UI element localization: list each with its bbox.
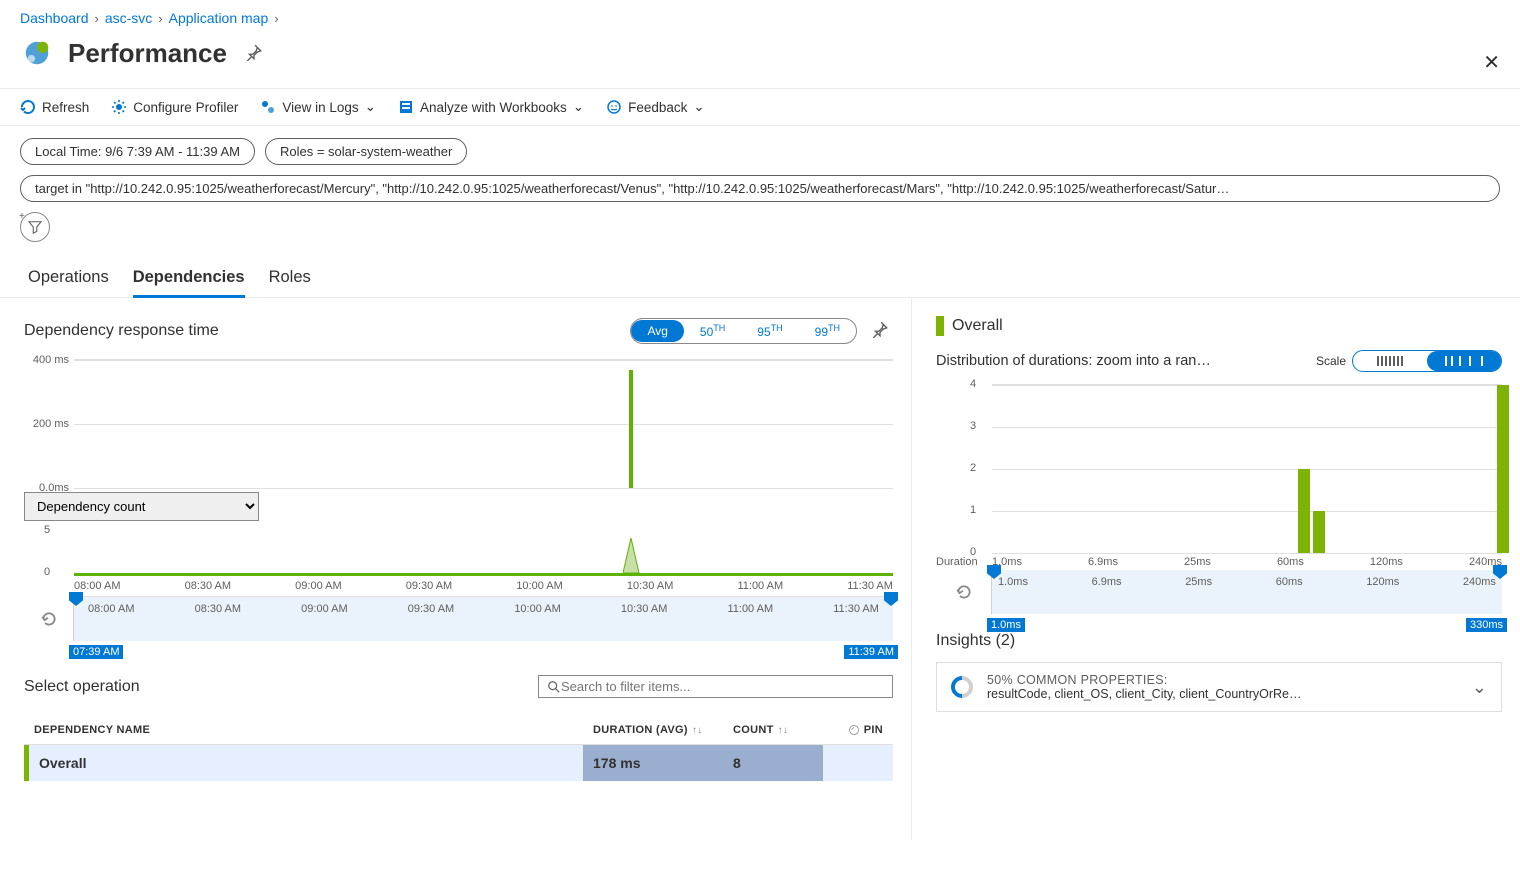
search-box[interactable] — [538, 675, 893, 698]
tabs: Operations Dependencies Roles — [0, 250, 1520, 298]
seg-99[interactable]: 99TH — [799, 319, 856, 343]
filter-time-chip[interactable]: Local Time: 9/6 7:39 AM - 11:39 AM — [20, 138, 255, 165]
brush-label-end: 11:39 AM — [844, 645, 898, 659]
refresh-button[interactable]: Refresh — [20, 99, 89, 115]
seg-95[interactable]: 95TH — [741, 319, 798, 343]
toolbar: Refresh Configure Profiler View in Logs … — [0, 88, 1520, 126]
breadcrumb-appmap[interactable]: Application map — [169, 10, 269, 26]
analyze-workbooks-button[interactable]: Analyze with Workbooks ⌄ — [398, 99, 584, 115]
insight-line1: 50% COMMON PROPERTIES: — [987, 673, 1458, 687]
scale-label: Scale — [1316, 354, 1346, 368]
select-operation-title: Select operation — [24, 678, 140, 696]
dependency-metric-select[interactable]: Dependency count — [24, 492, 259, 521]
appinsights-icon — [20, 36, 54, 70]
col-duration[interactable]: DURATION (AVG)↑↓ — [583, 724, 723, 736]
configure-profiler-button[interactable]: Configure Profiler — [111, 99, 238, 115]
col-pin: PIN — [823, 724, 893, 736]
series-color-icon — [936, 316, 944, 336]
pin-chart-button[interactable] — [867, 316, 893, 345]
filter-roles-chip[interactable]: Roles = solar-system-weather — [265, 138, 467, 165]
tab-operations[interactable]: Operations — [28, 264, 109, 297]
seg-50[interactable]: 50TH — [684, 319, 741, 343]
hist-x-label: Duration — [936, 556, 992, 568]
table-row[interactable]: Overall 178 ms 8 — [24, 745, 893, 781]
breadcrumb-asc-svc[interactable]: asc-svc — [105, 10, 152, 26]
insight-card[interactable]: 50% COMMON PROPERTIES: resultCode, clien… — [936, 662, 1502, 712]
overall-label: Overall — [952, 317, 1003, 335]
hist-x-ticks: 1.0ms6.9ms25ms60ms120ms240ms — [992, 556, 1502, 568]
filters: Local Time: 9/6 7:39 AM - 11:39 AM Roles… — [0, 126, 1520, 250]
brush-label-start: 07:39 AM — [69, 645, 123, 659]
undo-icon[interactable] — [24, 597, 74, 641]
page-header: Performance — [0, 32, 1520, 88]
search-icon — [547, 680, 561, 694]
filter-target-chip[interactable]: target in "http://10.242.0.95:1025/weath… — [20, 175, 1500, 202]
breadcrumb: Dashboard› asc-svc› Application map› — [0, 0, 1520, 32]
col-name[interactable]: DEPENDENCY NAME — [24, 724, 583, 736]
undo-icon[interactable] — [936, 570, 992, 614]
chevron-down-icon: ⌄ — [365, 99, 376, 115]
chart-title: Dependency response time — [24, 322, 219, 340]
feedback-button[interactable]: Feedback ⌄ — [606, 99, 705, 115]
brush-label-end: 330ms — [1466, 618, 1507, 632]
view-in-logs-button[interactable]: View in Logs ⌄ — [260, 99, 376, 115]
response-time-chart[interactable]: 400 ms 200 ms 0.0ms — [24, 359, 893, 489]
brush-label-start: 1.0ms — [987, 618, 1025, 632]
seg-avg[interactable]: Avg — [631, 320, 683, 342]
col-count[interactable]: COUNT↑↓ — [723, 724, 823, 736]
scale-toggle[interactable] — [1352, 350, 1502, 372]
operation-table: DEPENDENCY NAME DURATION (AVG)↑↓ COUNT↑↓… — [24, 716, 893, 781]
donut-icon — [946, 671, 977, 702]
insights-title: Insights (2) — [936, 632, 1502, 650]
search-input[interactable] — [561, 679, 884, 694]
time-brush[interactable]: 08:00 AM08:30 AM09:00 AM09:30 AM10:00 AM… — [24, 597, 893, 641]
chevron-down-icon: ⌄ — [573, 99, 584, 115]
insight-line2: resultCode, client_OS, client_City, clie… — [987, 687, 1458, 701]
add-filter-button[interactable]: + — [20, 212, 50, 242]
pin-button[interactable] — [241, 39, 267, 68]
close-button[interactable]: ✕ — [1483, 50, 1500, 75]
x-axis-ticks: 08:00 AM08:30 AM09:00 AM09:30 AM10:00 AM… — [74, 576, 893, 597]
percentile-segmented: Avg 50TH 95TH 99TH — [630, 318, 857, 344]
tab-roles[interactable]: Roles — [269, 264, 311, 297]
chevron-down-icon: ⌄ — [693, 99, 704, 115]
distribution-title: Distribution of durations: zoom into a r… — [936, 353, 1211, 369]
dependency-count-chart[interactable]: 5 0 — [74, 524, 893, 576]
chevron-down-icon: ⌄ — [1472, 677, 1487, 698]
page-title: Performance — [68, 38, 227, 69]
breadcrumb-dashboard[interactable]: Dashboard — [20, 10, 89, 26]
duration-histogram[interactable]: 4 3 2 1 0 — [992, 384, 1502, 554]
duration-brush[interactable]: 1.0ms6.9ms25ms60ms120ms240ms 1.0ms 330ms — [936, 570, 1502, 614]
tab-dependencies[interactable]: Dependencies — [133, 264, 245, 297]
